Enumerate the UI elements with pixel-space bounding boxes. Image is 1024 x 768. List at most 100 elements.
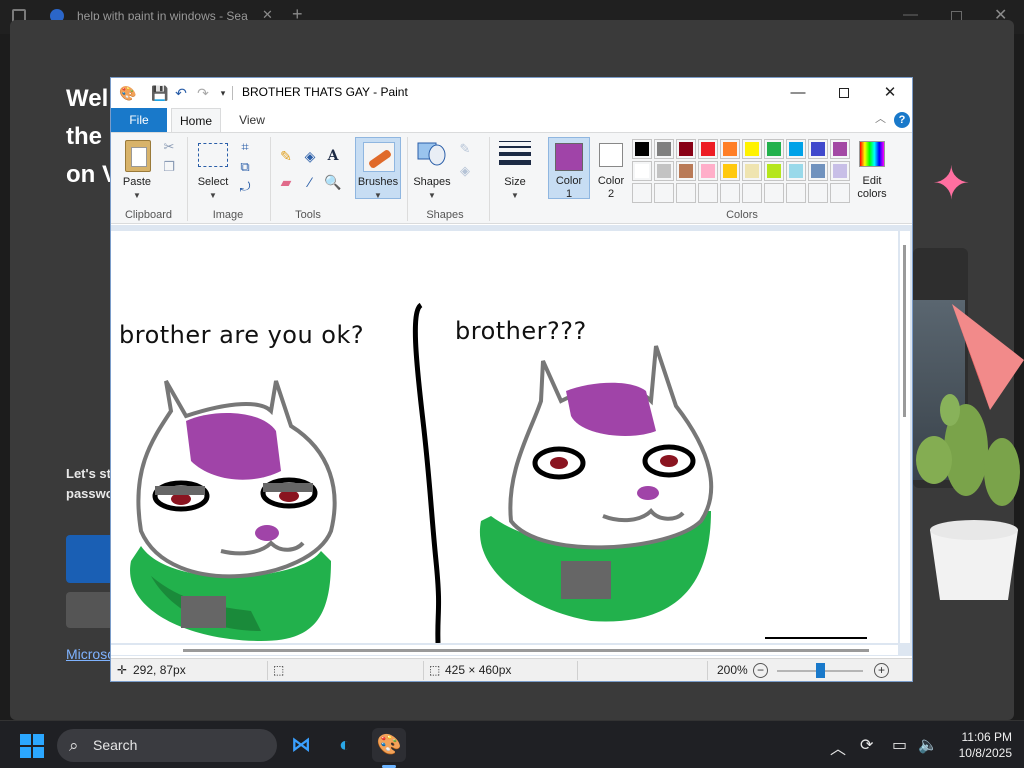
palette-color-swatch[interactable] [654,139,674,159]
shapes-button[interactable]: Shapes ▼ [409,176,455,202]
tab-home[interactable]: Home [171,108,221,132]
rotate-icon[interactable]: ⤾ [237,179,253,195]
maximize-button[interactable] [821,78,867,108]
color1-button[interactable]: Color 1 [548,137,590,200]
copy-icon[interactable]: ❐ [161,159,177,175]
background-primary-button[interactable] [66,535,112,583]
tab-view[interactable]: View [229,108,275,132]
brush-icon [363,142,395,172]
sync-icon[interactable]: ⟳ [860,735,873,755]
shapes-icon[interactable] [417,139,447,167]
palette-color-swatch[interactable] [764,161,784,181]
zoom-slider-thumb[interactable] [816,663,825,678]
edit-colors-button[interactable]: Edit colors [851,175,893,201]
palette-color-swatch[interactable] [742,161,762,181]
text-icon[interactable]: A [324,147,342,165]
background-link[interactable]: Microso [66,646,112,662]
edge-icon[interactable]: ◐ [328,728,362,762]
palette-color-swatch[interactable] [764,139,784,159]
palette-empty-swatch[interactable] [632,183,652,203]
palette-empty-swatch[interactable] [764,183,784,203]
paste-icon[interactable] [125,140,151,172]
size-button[interactable]: Size ▼ [493,176,537,202]
close-button[interactable]: ✕ [867,78,913,108]
palette-empty-swatch[interactable] [698,183,718,203]
paint-app-icon[interactable]: 🎨 [119,85,136,101]
palette-color-swatch[interactable] [654,161,674,181]
palette-color-swatch[interactable] [676,161,696,181]
paint-taskbar-icon[interactable]: 🎨 [372,728,406,762]
palette-color-swatch[interactable] [786,139,806,159]
save-icon[interactable]: 💾 [151,85,168,101]
group-label-clipboard: Clipboard [124,209,173,221]
color2-swatch[interactable] [599,143,623,167]
resize-icon[interactable]: ⧉ [237,159,253,175]
show-hidden-icons[interactable]: ︿ [830,735,846,759]
eraser-icon[interactable]: ▰ [277,173,295,191]
palette-color-swatch[interactable] [808,139,828,159]
taskbar-search[interactable]: ⌕ Search [57,729,277,762]
crop-icon[interactable]: ⌗ [237,139,253,155]
undo-icon[interactable]: ↶ [173,85,189,101]
palette-color-swatch[interactable] [830,139,850,159]
start-button[interactable] [20,734,44,758]
horizontal-scrollbar[interactable] [111,645,898,655]
pencil-icon[interactable]: ✎ [277,147,295,165]
outline-icon[interactable]: ✎ [457,141,473,157]
image-size-icon: ⬚ [429,663,441,677]
palette-color-swatch[interactable] [632,161,652,181]
network-icon[interactable]: ▭ [892,735,907,755]
horizontal-scroll-thumb[interactable] [183,649,869,652]
visual-studio-icon[interactable]: ⋈ [284,728,318,762]
palette-empty-swatch[interactable] [720,183,740,203]
select-icon[interactable] [198,143,228,167]
palette-color-swatch[interactable] [632,139,652,159]
palette-color-swatch[interactable] [808,161,828,181]
shape-fill-icon[interactable]: ◈ [457,163,473,179]
palette-empty-swatch[interactable] [808,183,828,203]
vertical-scroll-thumb[interactable] [903,245,906,417]
edit-colors-icon[interactable] [859,141,885,167]
palette-color-swatch[interactable] [698,139,718,159]
paste-button[interactable]: Paste ▼ [119,176,155,202]
palette-empty-swatch[interactable] [676,183,696,203]
clock[interactable]: 11:06 PM 10/8/2025 [940,729,1012,761]
paste-label: Paste [122,176,152,188]
zoom-in-button[interactable]: + [874,663,889,678]
magnifier-icon[interactable]: 🔍 [324,173,342,191]
palette-empty-swatch[interactable] [830,183,850,203]
tab-file[interactable]: File [111,108,167,132]
help-icon[interactable]: ? [894,112,910,128]
size-icon[interactable] [499,141,531,169]
brushes-button[interactable]: Brushes ▼ [355,137,401,200]
fill-icon[interactable]: ◈ [301,147,319,165]
palette-empty-swatch[interactable] [742,183,762,203]
color2-button[interactable]: Color 2 [591,175,631,201]
zoom-out-button[interactable]: − [753,663,768,678]
swatch-fill [767,142,781,156]
swatch-fill [767,164,781,178]
palette-color-swatch[interactable] [720,161,740,181]
palette-color-swatch[interactable] [720,139,740,159]
redo-icon[interactable]: ↷ [195,85,211,101]
palette-color-swatch[interactable] [698,161,718,181]
customize-quick-access-icon[interactable]: ▾ [215,85,231,101]
palette-color-swatch[interactable] [830,161,850,181]
minimize-button[interactable]: — [775,78,821,108]
drawing-canvas[interactable]: brother are you ok? brother??? [111,231,898,643]
cut-icon[interactable]: ✂ [161,139,177,155]
palette-color-swatch[interactable] [742,139,762,159]
size-dropdown-icon: ▼ [511,191,519,200]
vertical-scrollbar[interactable] [900,231,910,643]
minimize-ribbon-icon[interactable]: ︿ [875,110,886,126]
select-button[interactable]: Select ▼ [193,176,233,202]
palette-color-swatch[interactable] [786,161,806,181]
color-picker-icon[interactable]: ⁄ [301,173,319,191]
size-line [499,141,531,142]
sparkle-icon: ✦ [932,157,971,209]
palette-empty-swatch[interactable] [654,183,674,203]
palette-empty-swatch[interactable] [786,183,806,203]
background-secondary-button[interactable] [66,592,112,628]
palette-color-swatch[interactable] [676,139,696,159]
volume-icon[interactable]: 🔈 [918,735,938,755]
